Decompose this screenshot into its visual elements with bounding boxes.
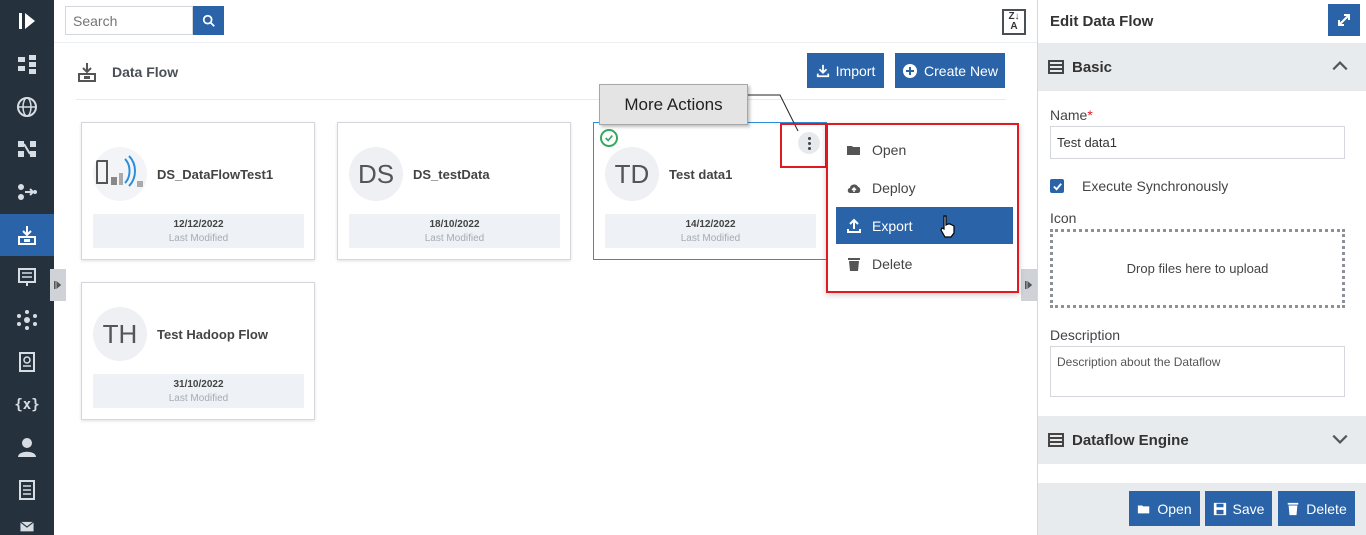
card-name: Test Hadoop Flow [157, 327, 268, 342]
card-name: DS_DataFlowTest1 [157, 167, 274, 182]
panel-header: Edit Data Flow [1038, 0, 1366, 43]
card-footer: 31/10/2022 Last Modified [93, 374, 304, 408]
hand-pointer-icon [940, 214, 956, 238]
open-button[interactable]: Open [1129, 491, 1200, 526]
icon-label: Icon [1050, 210, 1077, 226]
more-actions-callout: More Actions [599, 84, 748, 125]
form-icon [1048, 60, 1064, 74]
save-icon [1213, 502, 1226, 515]
card-date: 12/12/2022 [173, 219, 224, 230]
folder-open-icon [1138, 505, 1150, 513]
menu-item-delete[interactable]: Delete [836, 245, 1013, 282]
rail-toggle-icon[interactable] [0, 0, 54, 42]
dataflow-card[interactable]: DS DS_testData 18/10/2022 Last Modified [337, 122, 571, 260]
rail-document-icon[interactable] [0, 469, 54, 511]
cloud-upload-icon [847, 183, 861, 193]
top-bar: Z↓A [54, 0, 1037, 43]
rail-dataflow-icon[interactable] [0, 214, 54, 256]
check-icon [1052, 182, 1062, 191]
menu-item-deploy[interactable]: Deploy [836, 169, 1013, 206]
delete-button[interactable]: Delete [1278, 491, 1355, 526]
more-actions-menu: Open Deploy Export Delete [826, 123, 1019, 293]
search-icon [202, 14, 215, 27]
card-modified-label: Last Modified [424, 233, 485, 244]
chevron-down-icon [1332, 434, 1348, 444]
card-date: 14/12/2022 [685, 219, 736, 230]
panel-footer: Open Save Delete [1038, 483, 1366, 535]
left-collapse-handle[interactable] [50, 269, 66, 301]
card-name: Test data1 [669, 167, 733, 182]
card-date: 31/10/2022 [173, 379, 224, 390]
search-button[interactable] [193, 6, 224, 35]
icon-dropzone[interactable]: Drop files here to upload [1050, 229, 1345, 308]
create-new-button[interactable]: Create New [895, 53, 1005, 88]
chevron-up-icon [1332, 61, 1348, 71]
panel-title: Edit Data Flow [1050, 13, 1154, 30]
card-modified-label: Last Modified [168, 393, 229, 404]
collapse-arrow-icon [54, 281, 62, 289]
rail-molecule-icon[interactable] [0, 299, 54, 341]
expand-button[interactable] [1328, 4, 1360, 36]
menu-item-open[interactable]: Open [836, 131, 1013, 168]
selected-check-icon [600, 129, 618, 147]
card-avatar: TH [93, 307, 147, 361]
execute-sync-label: Execute Synchronously [1082, 178, 1229, 194]
kebab-highlight-box [780, 123, 827, 168]
menu-item-export[interactable]: Export [836, 207, 1013, 244]
thumbnail-image [96, 155, 143, 187]
plus-circle-icon [903, 63, 918, 78]
name-input[interactable]: Test data1 [1050, 126, 1345, 159]
dataflow-card[interactable]: DS_DataFlowTest1 12/12/2022 Last Modifie… [81, 122, 315, 260]
form-icon [1048, 433, 1064, 447]
name-label: Name* [1050, 107, 1093, 123]
dataflow-card[interactable]: TH Test Hadoop Flow 31/10/2022 Last Modi… [81, 282, 315, 420]
import-button[interactable]: Import [807, 53, 884, 88]
collapse-arrow-icon [1025, 281, 1033, 289]
search-input[interactable] [65, 6, 193, 35]
card-avatar: TD [605, 147, 659, 201]
rail-board-icon[interactable] [0, 256, 54, 298]
basic-section-header[interactable]: Basic [1038, 43, 1366, 91]
left-nav-rail: {x} [0, 0, 54, 535]
save-button[interactable]: Save [1205, 491, 1272, 526]
description-label: Description [1050, 327, 1121, 343]
folder-open-icon [847, 145, 860, 155]
expand-icon [1338, 14, 1350, 26]
card-thumbnail [93, 147, 147, 201]
trash-icon [1288, 502, 1299, 515]
rail-user-icon[interactable] [0, 426, 54, 468]
rail-pipeline-icon[interactable] [0, 171, 54, 213]
rail-hierarchy-icon[interactable] [0, 43, 54, 85]
dataflow-icon [78, 63, 96, 82]
sort-za-icon[interactable]: Z↓ A [1002, 9, 1026, 35]
card-footer: 18/10/2022 Last Modified [349, 214, 560, 248]
card-footer: 14/12/2022 Last Modified [605, 214, 816, 248]
header-divider [76, 99, 1006, 100]
execute-sync-checkbox[interactable] [1050, 179, 1064, 193]
rail-network-icon[interactable] [0, 128, 54, 170]
engine-section-header[interactable]: Dataflow Engine [1038, 416, 1366, 464]
edit-panel: Edit Data Flow Basic Name* Test data1 Ex… [1037, 0, 1366, 535]
card-modified-label: Last Modified [168, 233, 229, 244]
card-footer: 12/12/2022 Last Modified [93, 214, 304, 248]
rail-mail-icon[interactable] [0, 511, 54, 535]
description-textarea[interactable]: Description about the Dataflow [1050, 346, 1345, 397]
download-icon [816, 64, 829, 77]
card-date: 18/10/2022 [429, 219, 480, 230]
card-name: DS_testData [413, 167, 490, 182]
card-modified-label: Last Modified [680, 233, 741, 244]
rail-variables-icon[interactable]: {x} [0, 384, 54, 426]
rail-report-icon[interactable] [0, 341, 54, 383]
rail-globe-icon[interactable] [0, 86, 54, 128]
trash-icon [848, 257, 860, 271]
upload-icon [847, 218, 861, 233]
card-avatar: DS [349, 147, 403, 201]
page-header: Data Flow [76, 57, 178, 87]
page-title: Data Flow [112, 64, 179, 80]
right-collapse-handle[interactable] [1021, 269, 1037, 301]
